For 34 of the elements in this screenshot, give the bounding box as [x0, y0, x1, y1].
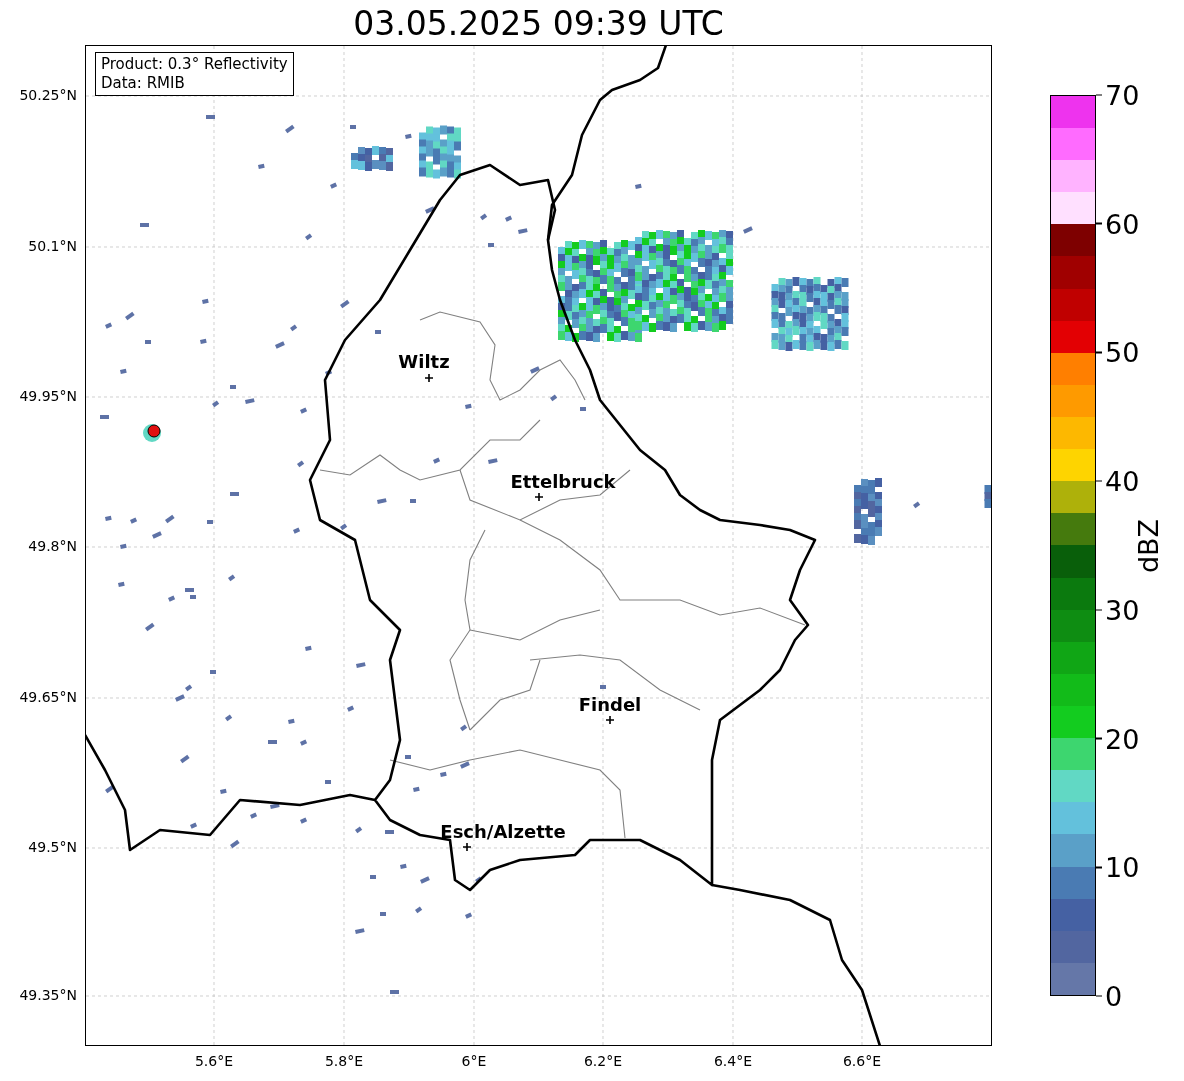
city-label: Ettelbruck — [510, 471, 616, 492]
colorbar-tick-label: 20 — [1105, 725, 1140, 753]
city-label: Findel — [578, 694, 642, 715]
latitude-label: 49.8°N — [28, 538, 77, 554]
colorbar-title: dBZ — [1132, 518, 1164, 573]
longitude-label: 6.6°E — [842, 1053, 882, 1069]
latitude-label: 50.25°N — [19, 87, 77, 103]
colorbar-tick-label: 10 — [1105, 853, 1140, 881]
radar-site-icon — [147, 424, 161, 438]
info-text: Data: RMIB — [101, 74, 186, 93]
latitude-label: 49.5°N — [28, 839, 77, 855]
colorbar-tick-label: 0 — [1105, 982, 1123, 1010]
latitude-label: 49.35°N — [19, 987, 77, 1003]
latitude-label: 49.65°N — [19, 689, 77, 705]
latitude-label: 50.1°N — [28, 238, 77, 254]
longitude-label: 6°E — [461, 1053, 487, 1069]
city-label: Wiltz — [398, 351, 450, 372]
chart-title: 03.05.2025 09:39 UTC — [352, 3, 725, 45]
colorbar-tick-label: 40 — [1105, 467, 1140, 495]
longitude-label: 6.4°E — [713, 1053, 753, 1069]
info-text: Product: 0.3° Reflectivity — [101, 55, 288, 74]
cross-icon — [534, 492, 544, 502]
colorbar-tick-label: 70 — [1105, 81, 1140, 109]
longitude-label: 5.8°E — [324, 1053, 364, 1069]
longitude-label: 6.2°E — [583, 1053, 623, 1069]
longitude-label: 5.6°E — [194, 1053, 234, 1069]
cross-icon — [424, 373, 434, 383]
latitude-label: 49.95°N — [19, 388, 77, 404]
colorbar-tick-label: 30 — [1105, 596, 1140, 624]
cross-icon — [605, 715, 615, 725]
cross-icon — [462, 842, 472, 852]
colorbar-tick-label: 50 — [1105, 338, 1140, 366]
city-label: Esch/Alzette — [440, 821, 566, 842]
colorbar-tick-label: 60 — [1105, 210, 1140, 238]
